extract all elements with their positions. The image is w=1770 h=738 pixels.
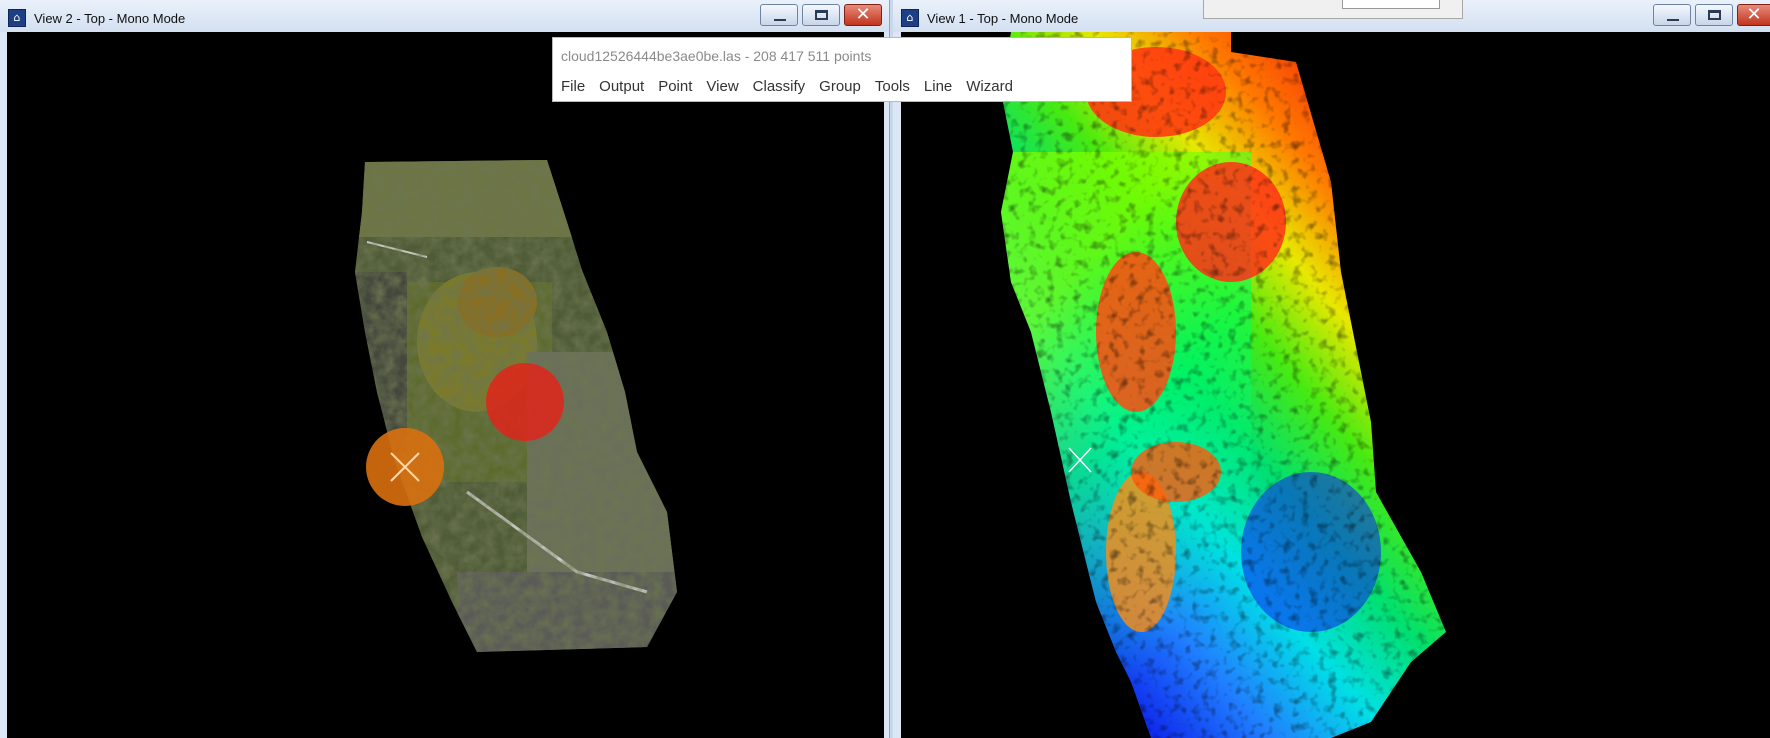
elevation-point-cloud[interactable] bbox=[901, 32, 1770, 738]
minimize-icon bbox=[1667, 19, 1679, 21]
view-2-titlebar[interactable]: ⌂ View 2 - Top - Mono Mode ✕ bbox=[0, 0, 889, 32]
menu-bar: File Output Point View Classify Group To… bbox=[553, 78, 1020, 96]
menu-tools[interactable]: Tools bbox=[868, 78, 917, 96]
red-marker[interactable] bbox=[486, 363, 564, 441]
view-2-window: ⌂ View 2 - Top - Mono Mode ✕ bbox=[0, 0, 890, 738]
menu-wizard[interactable]: Wizard bbox=[959, 78, 1020, 96]
view-2-title: View 2 - Top - Mono Mode bbox=[34, 11, 186, 26]
view-1-window: ⌂ View 1 - Top - Mono Mode ✕ bbox=[893, 0, 1770, 738]
maximize-button[interactable] bbox=[1695, 4, 1733, 26]
maximize-icon bbox=[815, 10, 828, 20]
menu-output[interactable]: Output bbox=[592, 78, 651, 96]
close-button[interactable]: ✕ bbox=[1737, 4, 1770, 26]
view-1-title: View 1 - Top - Mono Mode bbox=[927, 11, 1079, 26]
minimize-button[interactable] bbox=[1653, 4, 1691, 26]
popup-title: cloud12526444be3ae0be.las - 208 417 511 … bbox=[561, 48, 872, 64]
menu-view[interactable]: View bbox=[699, 78, 745, 96]
app-icon[interactable]: ⌂ bbox=[8, 9, 26, 27]
menu-point[interactable]: Point bbox=[651, 78, 699, 96]
app-icon[interactable]: ⌂ bbox=[901, 9, 919, 27]
maximize-button[interactable] bbox=[802, 4, 840, 26]
menu-file[interactable]: File bbox=[553, 78, 592, 96]
maximize-icon bbox=[1708, 10, 1721, 20]
view-2-viewport[interactable] bbox=[7, 32, 884, 738]
main-popup: cloud12526444be3ae0be.las - 208 417 511 … bbox=[552, 37, 1132, 102]
minimize-icon bbox=[774, 19, 786, 21]
menu-classify[interactable]: Classify bbox=[746, 78, 813, 96]
minimize-button[interactable] bbox=[760, 4, 798, 26]
rgb-point-cloud[interactable] bbox=[7, 32, 884, 738]
toolbar-field[interactable] bbox=[1342, 0, 1440, 9]
view-1-viewport[interactable] bbox=[901, 32, 1770, 738]
close-icon: ✕ bbox=[1746, 4, 1762, 25]
floating-toolbar[interactable] bbox=[1203, 0, 1463, 19]
menu-line[interactable]: Line bbox=[917, 78, 959, 96]
menu-group[interactable]: Group bbox=[812, 78, 868, 96]
close-button[interactable]: ✕ bbox=[844, 4, 882, 26]
close-icon: ✕ bbox=[855, 4, 871, 25]
